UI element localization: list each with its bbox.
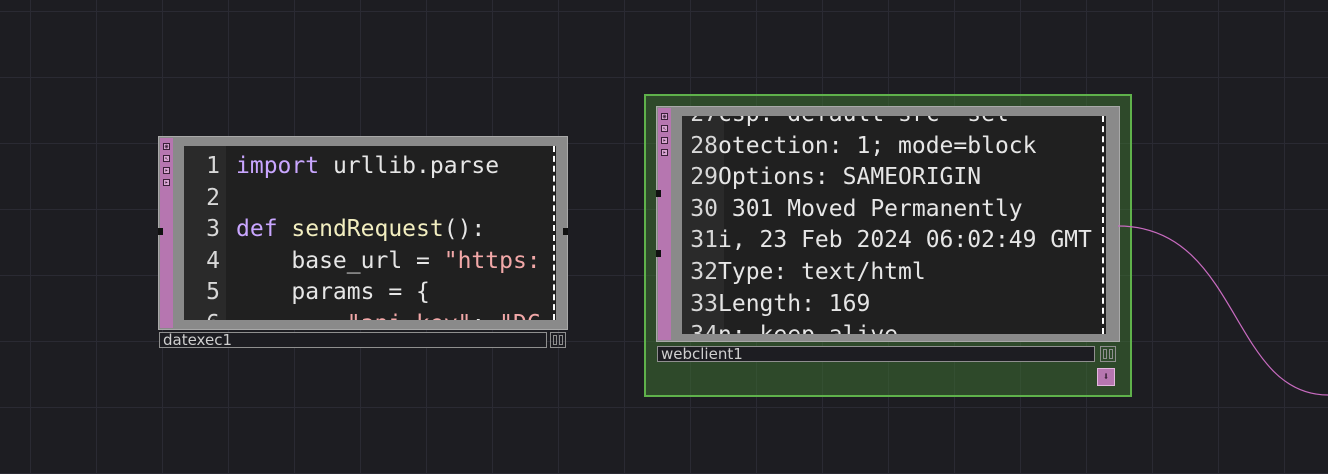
response-line: 29 Options: SAMEORIGIN [682, 161, 1106, 193]
cook-indicator-icon[interactable]: ⬇ [1097, 368, 1115, 386]
viewer-toggle-icon[interactable] [550, 332, 566, 348]
datexec1-node[interactable]: ◉ ↖ ▸ ▸ 1 import urllib.parse 2 3 def sendRe… [158, 136, 570, 354]
line-number: 1 [206, 153, 220, 179]
response-text: Length: 169 [718, 290, 871, 317]
datexec1-output-port[interactable] [563, 228, 568, 235]
code-line: 6 "api_key": "DC [184, 308, 556, 321]
response-text: Type: text/html [718, 259, 926, 285]
viewer-flag-icon[interactable]: ◉ [163, 143, 170, 150]
response-text: otection: 1; mode=block [718, 132, 1037, 159]
code-text: import urllib.parse [236, 153, 500, 179]
response-text: i, 23 Feb 2024 06:02:49 GMT [718, 227, 1092, 254]
response-line: 31 i, 23 Feb 2024 06:02:49 GMT [682, 224, 1106, 256]
lock-flag-icon[interactable]: ▸ [163, 167, 170, 174]
response-line: 33 Length: 169 [682, 288, 1106, 320]
response-line: 27csp: default-src 'sel [682, 116, 1106, 130]
response-line: 34n: keep-alive [682, 319, 1106, 334]
line-number: 28 [690, 132, 718, 159]
datexec1-code-viewer[interactable]: 1 import urllib.parse 2 3 def sendRequest():… [184, 146, 556, 320]
code-text: base_url = "https: [236, 247, 541, 274]
line-number: 4 [206, 247, 220, 274]
display-flag-icon[interactable]: ▸ [163, 179, 170, 186]
bypass-flag-icon[interactable]: ↖ [163, 155, 170, 162]
code-line: 4 base_url = "https: [184, 245, 556, 277]
viewer-flag-icon[interactable]: ◉ [661, 113, 668, 120]
code-line: 3 def sendRequest(): [184, 213, 556, 245]
code-line: 2 [184, 182, 556, 214]
display-flag-icon[interactable]: ▸ [661, 149, 668, 156]
webclient1-node[interactable]: ◉ ↖ ▸ ▸ 27csp: default-src 'sel28otectio… [656, 106, 1122, 390]
datexec1-input-port[interactable] [158, 228, 163, 235]
response-text: Options: SAMEORIGIN [718, 164, 982, 191]
code-text: def sendRequest(): [236, 216, 486, 242]
response-line: 32 Type: text/html [682, 256, 1106, 288]
text-cursor [553, 146, 555, 320]
line-number: 32 [690, 259, 718, 285]
viewer-toggle-icon[interactable] [1100, 346, 1116, 362]
node-name-label[interactable]: datexec1 [159, 332, 547, 348]
line-number: 30 [690, 195, 718, 222]
code-line: 1 import urllib.parse [184, 150, 556, 182]
webclient1-input-port[interactable] [656, 190, 661, 197]
line-number: 27 [682, 116, 718, 130]
line-number: 2 [206, 184, 220, 211]
line-number: 5 [206, 279, 220, 305]
line-number: 3 [206, 216, 220, 242]
line-number: 33 [690, 290, 718, 317]
code-line: 5 params = { [184, 276, 556, 308]
webclient1-text-viewer[interactable]: 27csp: default-src 'sel28otection: 1; mo… [682, 116, 1106, 334]
line-number: 29 [690, 164, 718, 191]
node-name-label[interactable]: webclient1 [657, 346, 1095, 362]
response-line: 28 otection: 1; mode=block [682, 130, 1106, 162]
webclient1-input-port-2[interactable] [656, 250, 661, 257]
line-number: 34 [682, 319, 718, 334]
response-text: 301 Moved Permanently [718, 195, 1023, 222]
response-text: n: keep-alive [718, 319, 898, 334]
code-text: params = { [236, 279, 430, 305]
line-number: 31 [690, 227, 718, 254]
text-cursor [1102, 116, 1104, 334]
webclient1-flag-strip: ◉ ↖ ▸ ▸ [658, 108, 671, 340]
line-number: 6 [184, 308, 220, 321]
code-text: "api_key": "DC [236, 308, 541, 321]
bypass-flag-icon[interactable]: ↖ [661, 125, 668, 132]
response-line: 30 301 Moved Permanently [682, 193, 1106, 225]
response-text: csp: default-src 'sel [718, 116, 1009, 130]
lock-flag-icon[interactable]: ▸ [661, 137, 668, 144]
